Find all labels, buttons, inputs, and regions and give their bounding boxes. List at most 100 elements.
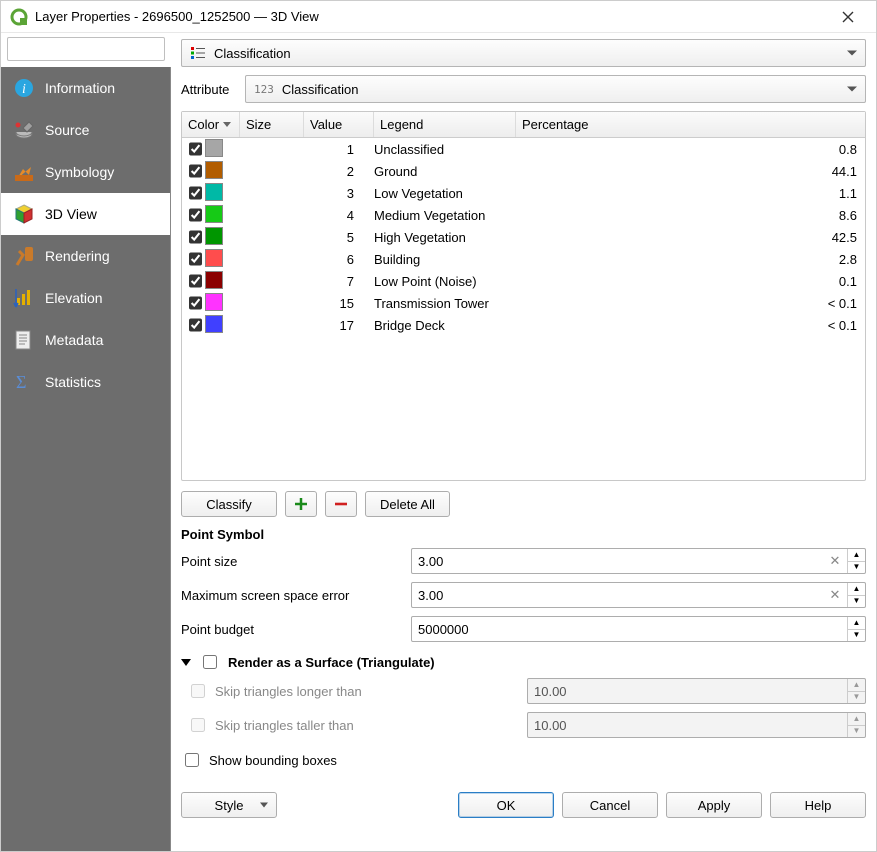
attribute-select[interactable]: 123 Classification bbox=[245, 75, 866, 103]
titlebar: Layer Properties - 2696500_1252500 — 3D … bbox=[1, 1, 876, 33]
row-legend: Medium Vegetation bbox=[374, 208, 516, 223]
point-size-label: Point size bbox=[181, 554, 411, 569]
search-wrap bbox=[1, 33, 171, 67]
delete-all-button[interactable]: Delete All bbox=[365, 491, 450, 517]
table-row[interactable]: 15Transmission Tower< 0.1 bbox=[182, 292, 865, 314]
point-size-input[interactable]: ✕ ▲▼ bbox=[411, 548, 866, 574]
row-percentage: 1.1 bbox=[516, 186, 865, 201]
spin-buttons[interactable]: ▲▼ bbox=[847, 549, 865, 573]
point-budget-input[interactable]: ▲▼ bbox=[411, 616, 866, 642]
row-value: 6 bbox=[304, 252, 374, 267]
apply-button[interactable]: Apply bbox=[666, 792, 762, 818]
clear-icon[interactable]: ✕ bbox=[823, 549, 847, 573]
sidebar-item-statistics[interactable]: ΣStatistics bbox=[1, 361, 170, 403]
row-visibility-checkbox[interactable] bbox=[189, 318, 202, 332]
sidebar-item-source[interactable]: Source bbox=[1, 109, 170, 151]
color-swatch[interactable] bbox=[205, 271, 223, 289]
style-menu-button[interactable]: Style bbox=[181, 792, 277, 818]
table-row[interactable]: 5High Vegetation42.5 bbox=[182, 226, 865, 248]
sidebar-item-3d-view[interactable]: 3D View bbox=[1, 193, 170, 235]
chevron-down-icon bbox=[260, 803, 268, 808]
clear-icon[interactable]: ✕ bbox=[823, 583, 847, 607]
table-row[interactable]: 7Low Point (Noise)0.1 bbox=[182, 270, 865, 292]
col-header-size[interactable]: Size bbox=[240, 112, 304, 137]
color-swatch[interactable] bbox=[205, 249, 223, 267]
chevron-down-icon bbox=[847, 51, 857, 56]
cancel-button[interactable]: Cancel bbox=[562, 792, 658, 818]
row-visibility-checkbox[interactable] bbox=[189, 164, 202, 178]
render-mode-label: Classification bbox=[214, 46, 291, 61]
sidebar-item-label: Metadata bbox=[45, 332, 103, 348]
spin-buttons[interactable]: ▲▼ bbox=[847, 617, 865, 641]
row-value: 1 bbox=[304, 142, 374, 157]
spin-buttons[interactable]: ▲▼ bbox=[847, 583, 865, 607]
row-percentage: < 0.1 bbox=[516, 296, 865, 311]
col-header-percentage[interactable]: Percentage bbox=[516, 112, 865, 137]
row-visibility-checkbox[interactable] bbox=[189, 296, 202, 310]
table-row[interactable]: 6Building2.8 bbox=[182, 248, 865, 270]
classify-button[interactable]: Classify bbox=[181, 491, 277, 517]
attribute-type-icon: 123 bbox=[254, 83, 274, 96]
color-swatch[interactable] bbox=[205, 315, 223, 333]
table-row[interactable]: 1Unclassified0.8 bbox=[182, 138, 865, 160]
table-header: Color Size Value Legend Percentage bbox=[182, 112, 865, 138]
skip-longer-label: Skip triangles longer than bbox=[215, 684, 362, 699]
sidebar-item-elevation[interactable]: Elevation bbox=[1, 277, 170, 319]
row-value: 5 bbox=[304, 230, 374, 245]
sidebar-item-symbology[interactable]: Symbology bbox=[1, 151, 170, 193]
close-button[interactable] bbox=[828, 3, 868, 31]
skip-longer-checkbox bbox=[191, 684, 205, 698]
col-header-color[interactable]: Color bbox=[182, 112, 240, 137]
color-swatch[interactable] bbox=[205, 183, 223, 201]
main-area: iInformationSourceSymbology3D ViewRender… bbox=[1, 33, 876, 851]
help-button[interactable]: Help bbox=[770, 792, 866, 818]
attribute-row: Attribute 123 Classification bbox=[181, 75, 866, 103]
sidebar-item-label: Symbology bbox=[45, 164, 114, 180]
row-visibility-checkbox[interactable] bbox=[189, 186, 202, 200]
triangulate-checkbox[interactable] bbox=[203, 655, 217, 669]
remove-class-button[interactable] bbox=[325, 491, 357, 517]
bbox-checkbox[interactable] bbox=[185, 753, 199, 767]
ok-button[interactable]: OK bbox=[458, 792, 554, 818]
spin-buttons: ▲▼ bbox=[847, 713, 865, 737]
row-visibility-checkbox[interactable] bbox=[189, 142, 202, 156]
classification-icon bbox=[190, 45, 206, 61]
information-icon: i bbox=[13, 77, 35, 99]
color-swatch[interactable] bbox=[205, 139, 223, 157]
point-symbol-title: Point Symbol bbox=[181, 527, 866, 542]
col-header-value[interactable]: Value bbox=[304, 112, 374, 137]
table-row[interactable]: 3Low Vegetation1.1 bbox=[182, 182, 865, 204]
row-visibility-checkbox[interactable] bbox=[189, 208, 202, 222]
skip-taller-option: Skip triangles taller than bbox=[187, 715, 527, 735]
render-mode-select[interactable]: Classification bbox=[181, 39, 866, 67]
color-swatch[interactable] bbox=[205, 205, 223, 223]
sidebar-item-information[interactable]: iInformation bbox=[1, 67, 170, 109]
attribute-value: Classification bbox=[282, 82, 359, 97]
search-input[interactable] bbox=[7, 37, 165, 61]
row-visibility-checkbox[interactable] bbox=[189, 252, 202, 266]
sidebar-item-rendering[interactable]: Rendering bbox=[1, 235, 170, 277]
color-swatch[interactable] bbox=[205, 293, 223, 311]
max-error-input[interactable]: ✕ ▲▼ bbox=[411, 582, 866, 608]
row-percentage: 0.8 bbox=[516, 142, 865, 157]
skip-taller-checkbox bbox=[191, 718, 205, 732]
nav-list: iInformationSource Symbology 3D ViewRender… bbox=[1, 67, 171, 851]
table-row[interactable]: 4Medium Vegetation8.6 bbox=[182, 204, 865, 226]
rendering-icon bbox=[13, 245, 35, 267]
bbox-option[interactable]: Show bounding boxes bbox=[181, 750, 866, 770]
row-value: 2 bbox=[304, 164, 374, 179]
color-swatch[interactable] bbox=[205, 161, 223, 179]
skip-taller-label: Skip triangles taller than bbox=[215, 718, 354, 733]
triangulate-head[interactable]: Render as a Surface (Triangulate) bbox=[181, 652, 866, 672]
table-row[interactable]: 2Ground44.1 bbox=[182, 160, 865, 182]
sidebar-item-metadata[interactable]: Metadata bbox=[1, 319, 170, 361]
row-legend: Building bbox=[374, 252, 516, 267]
col-header-legend[interactable]: Legend bbox=[374, 112, 516, 137]
row-percentage: 2.8 bbox=[516, 252, 865, 267]
svg-text:i: i bbox=[22, 82, 26, 97]
row-visibility-checkbox[interactable] bbox=[189, 274, 202, 288]
table-row[interactable]: 17Bridge Deck< 0.1 bbox=[182, 314, 865, 336]
color-swatch[interactable] bbox=[205, 227, 223, 245]
row-visibility-checkbox[interactable] bbox=[189, 230, 202, 244]
add-class-button[interactable] bbox=[285, 491, 317, 517]
